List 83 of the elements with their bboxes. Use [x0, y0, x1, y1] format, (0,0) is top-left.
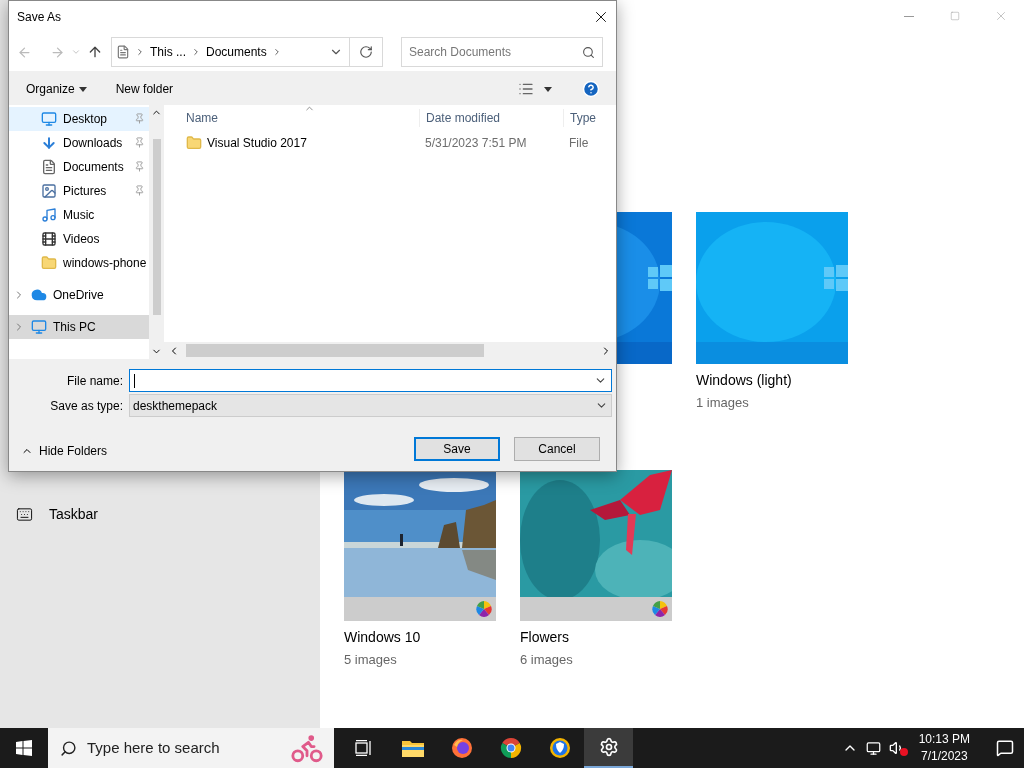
taskbar-search-field[interactable]: Type here to search [48, 728, 334, 768]
close-icon [994, 9, 1008, 23]
computer-icon [31, 318, 47, 336]
chrome-icon[interactable] [499, 737, 522, 759]
new-folder-button[interactable]: New folder [109, 80, 180, 98]
breadcrumb-item[interactable]: Documents [206, 43, 267, 61]
file-name-field[interactable] [129, 369, 612, 392]
document-icon [116, 45, 130, 59]
settings-icon[interactable] [598, 737, 619, 757]
file-name[interactable]: Visual Studio 2017 [207, 134, 307, 152]
theme-count: 6 images [520, 650, 574, 669]
help-icon[interactable] [582, 80, 600, 98]
save-type-dropdown[interactable]: deskthemepack [129, 394, 612, 417]
column-header[interactable]: Type [563, 109, 596, 127]
download-icon [41, 135, 57, 151]
up-icon[interactable] [87, 44, 103, 60]
monitor-icon [41, 111, 57, 127]
taskbar-icon [16, 505, 33, 523]
network-icon[interactable] [865, 740, 881, 756]
firefox-icon[interactable] [450, 737, 473, 759]
nav-item[interactable]: windows-phone [9, 251, 149, 275]
horizontal-scrollbar[interactable] [164, 342, 616, 359]
search-icon [582, 45, 595, 59]
table-cell-text: 5/31/2023 7:51 PM [424, 135, 528, 152]
search-icon [60, 739, 77, 757]
theme-count: 5 images [344, 650, 398, 669]
pin-icon [134, 185, 145, 196]
nav-item[interactable]: Documents [9, 155, 149, 179]
picture-icon [41, 183, 57, 199]
caret-icon[interactable] [544, 86, 552, 92]
column-header[interactable]: Name [164, 109, 419, 127]
theme-count: 1 images [696, 394, 750, 412]
scrollbar-thumb[interactable] [152, 139, 161, 315]
maximize-icon [950, 11, 960, 21]
clock-date[interactable]: 7/1/2023 [920, 748, 968, 765]
color-wheel-icon [652, 600, 668, 617]
nav-item[interactable]: OneDrive [9, 283, 149, 307]
music-icon [41, 207, 57, 223]
hide-folders-button[interactable]: Hide Folders [21, 442, 108, 460]
nav-item[interactable]: Desktop [9, 107, 149, 131]
volume-muted-icon[interactable] [888, 740, 905, 756]
chevron-icon [191, 47, 201, 57]
task-view-icon[interactable] [354, 740, 373, 756]
field-label: Save as type: [49, 397, 124, 415]
caret-icon [78, 86, 87, 92]
document-icon [41, 159, 57, 175]
sidebar-item[interactable]: Taskbar [0, 502, 320, 526]
nav-item[interactable]: This PC [9, 315, 149, 339]
chevron-icon [135, 47, 145, 57]
pin-icon [134, 113, 145, 124]
notification-icon[interactable] [996, 739, 1014, 757]
nav-item[interactable]: Pictures [9, 179, 149, 203]
scrollbar-thumb[interactable] [186, 344, 484, 357]
folder-icon [186, 135, 202, 151]
view-icon[interactable] [518, 81, 534, 97]
search-field[interactable]: Search Documents [401, 37, 603, 67]
dialog-button[interactable]: Cancel [514, 437, 600, 461]
nav-item[interactable]: Music [9, 203, 149, 227]
folder-icon [41, 255, 57, 271]
refresh-icon[interactable] [359, 45, 373, 59]
shield-browser-icon[interactable] [548, 737, 571, 759]
nav-item[interactable]: Downloads [9, 131, 149, 155]
window-title: Save As [17, 9, 62, 26]
pin-icon [134, 161, 145, 172]
organize-button[interactable]: Organize [19, 80, 94, 98]
windows-logo-icon [16, 740, 32, 756]
address-bar[interactable]: This ... Documents [111, 37, 383, 67]
folder-icon[interactable] [401, 739, 424, 757]
theme-name: Flowers [520, 627, 570, 647]
film-icon [41, 231, 57, 247]
field-label: File name: [65, 372, 124, 390]
taskbar-app[interactable] [584, 728, 633, 768]
theme-name: Windows 10 [344, 627, 422, 647]
minimize-icon [904, 15, 914, 17]
breadcrumb-item[interactable]: This ... [150, 43, 186, 61]
clock-time[interactable]: 10:13 PM [918, 731, 970, 748]
pin-icon [134, 137, 145, 148]
nav-item[interactable]: Videos [9, 227, 149, 251]
dialog-button[interactable]: Save [414, 437, 500, 461]
table-cell-text: File [568, 135, 589, 152]
theme-name: Windows (light) [696, 371, 793, 390]
color-wheel-icon [476, 600, 492, 617]
column-header[interactable]: Date modified [419, 109, 563, 127]
